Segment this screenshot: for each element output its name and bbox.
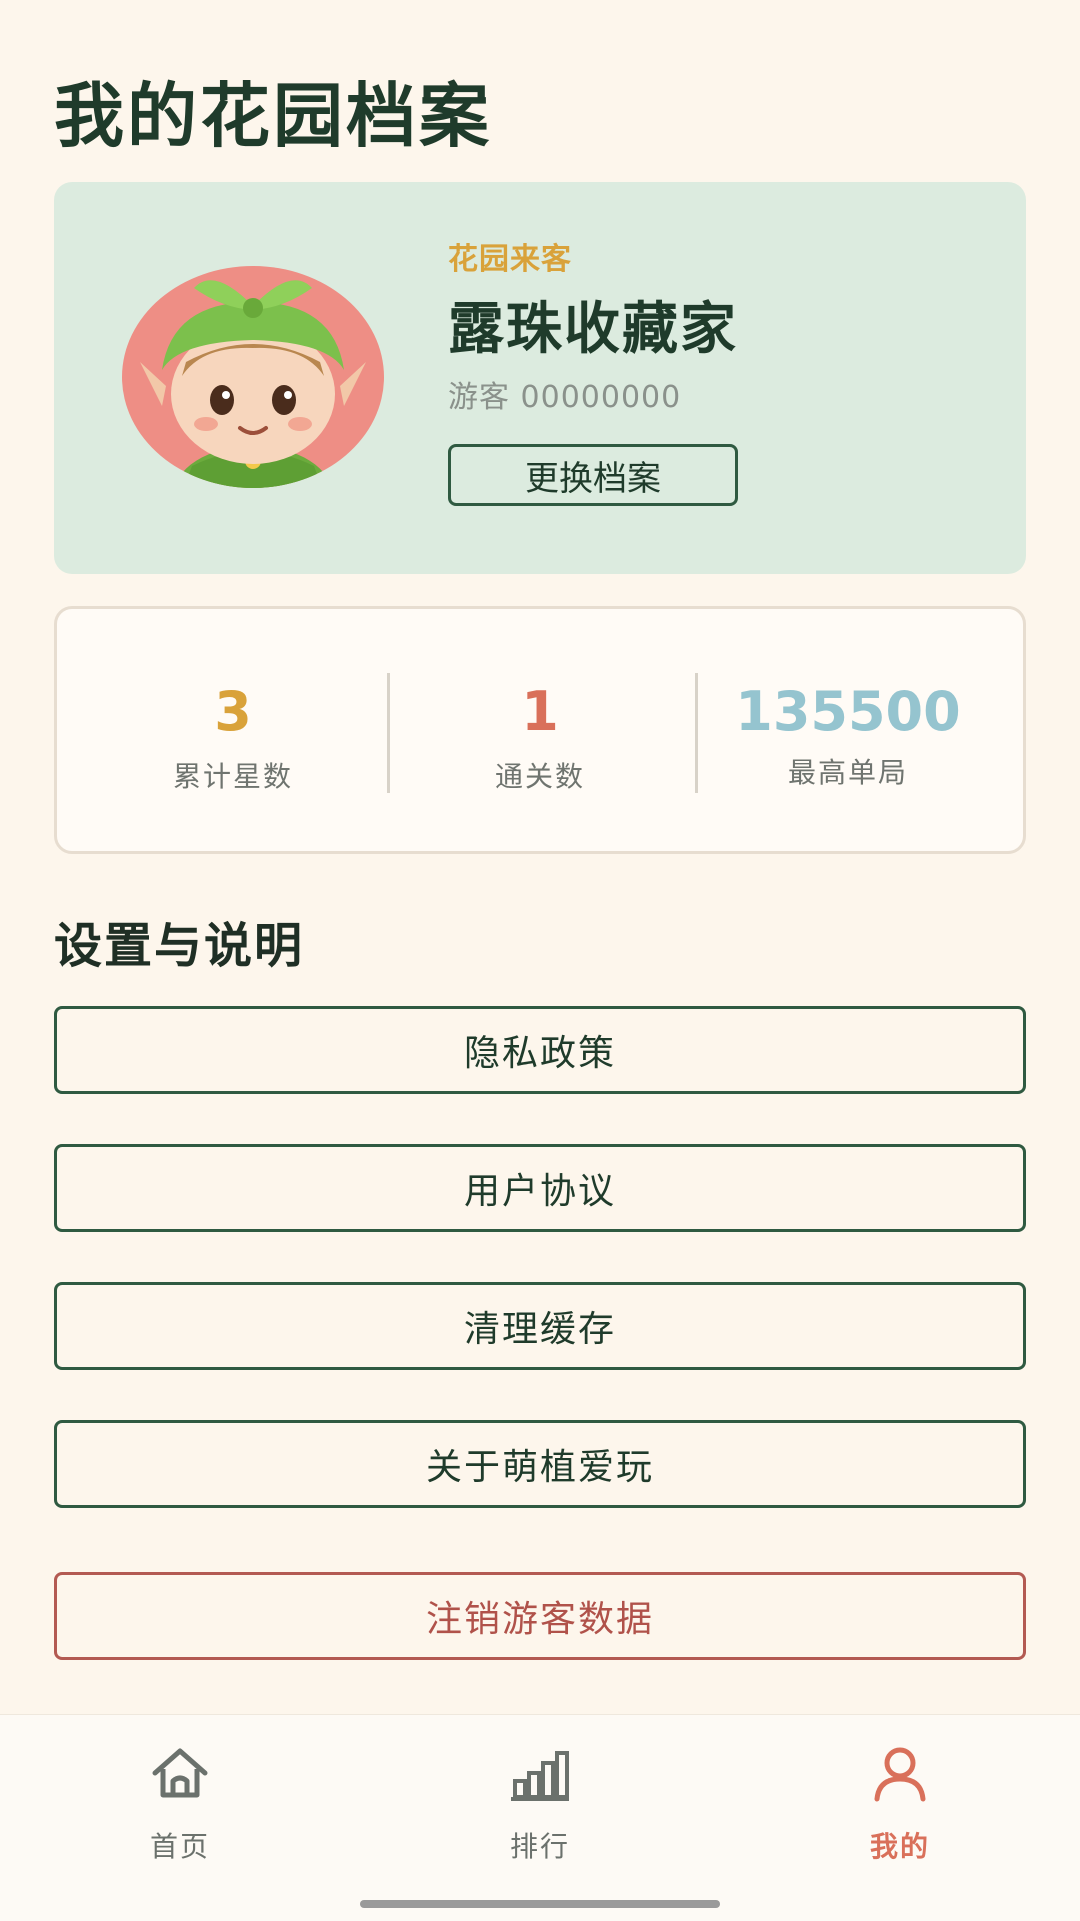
home-icon	[152, 1748, 208, 1798]
stat-label: 最高单局	[787, 756, 908, 789]
user-agreement-button[interactable]: 用户协议	[54, 1144, 1026, 1232]
stat-total-stars: 3 累计星数	[83, 609, 383, 851]
nav-item-home[interactable]: 首页	[80, 1715, 280, 1895]
settings-section-title: 设置与说明	[54, 918, 305, 974]
switch-profile-button[interactable]: 更换档案	[448, 444, 738, 506]
profile-badge: 花园来客	[448, 242, 572, 277]
stat-label: 通关数	[494, 760, 585, 793]
stat-value: 135500	[735, 680, 961, 743]
stat-value: 1	[521, 680, 559, 743]
bottom-nav: 首页 排行 我的	[0, 1714, 1080, 1921]
avatar	[122, 266, 384, 488]
stat-value: 3	[214, 680, 252, 743]
nav-item-ranking[interactable]: 排行	[440, 1715, 640, 1895]
bar-chart-icon	[511, 1751, 569, 1801]
nav-label: 我的	[869, 1830, 930, 1863]
page-title: 我的花园档案	[54, 75, 492, 157]
home-indicator[interactable]	[360, 1900, 720, 1908]
stat-label: 累计星数	[172, 760, 293, 793]
delete-guest-data-button[interactable]: 注销游客数据	[54, 1572, 1026, 1660]
nav-label: 排行	[509, 1830, 570, 1863]
stat-levels-cleared: 1 通关数	[390, 609, 690, 851]
privacy-policy-button[interactable]: 隐私政策	[54, 1006, 1026, 1094]
nav-item-mine[interactable]: 我的	[800, 1715, 1000, 1895]
about-button[interactable]: 关于萌植爱玩	[54, 1420, 1026, 1508]
clear-cache-button[interactable]: 清理缓存	[54, 1282, 1026, 1370]
profile-card: 花园来客 露珠收藏家 游客 00000000 更换档案	[54, 182, 1026, 574]
visitor-id: 游客 00000000	[448, 380, 682, 415]
stat-best-score: 135500 最高单局	[698, 609, 998, 851]
nav-label: 首页	[149, 1830, 210, 1863]
user-icon	[874, 1747, 926, 1802]
profile-nickname: 露珠收藏家	[448, 297, 738, 362]
stats-card: 3 累计星数 1 通关数 135500 最高单局	[54, 606, 1026, 854]
leaf-elf-avatar-icon	[140, 280, 366, 488]
